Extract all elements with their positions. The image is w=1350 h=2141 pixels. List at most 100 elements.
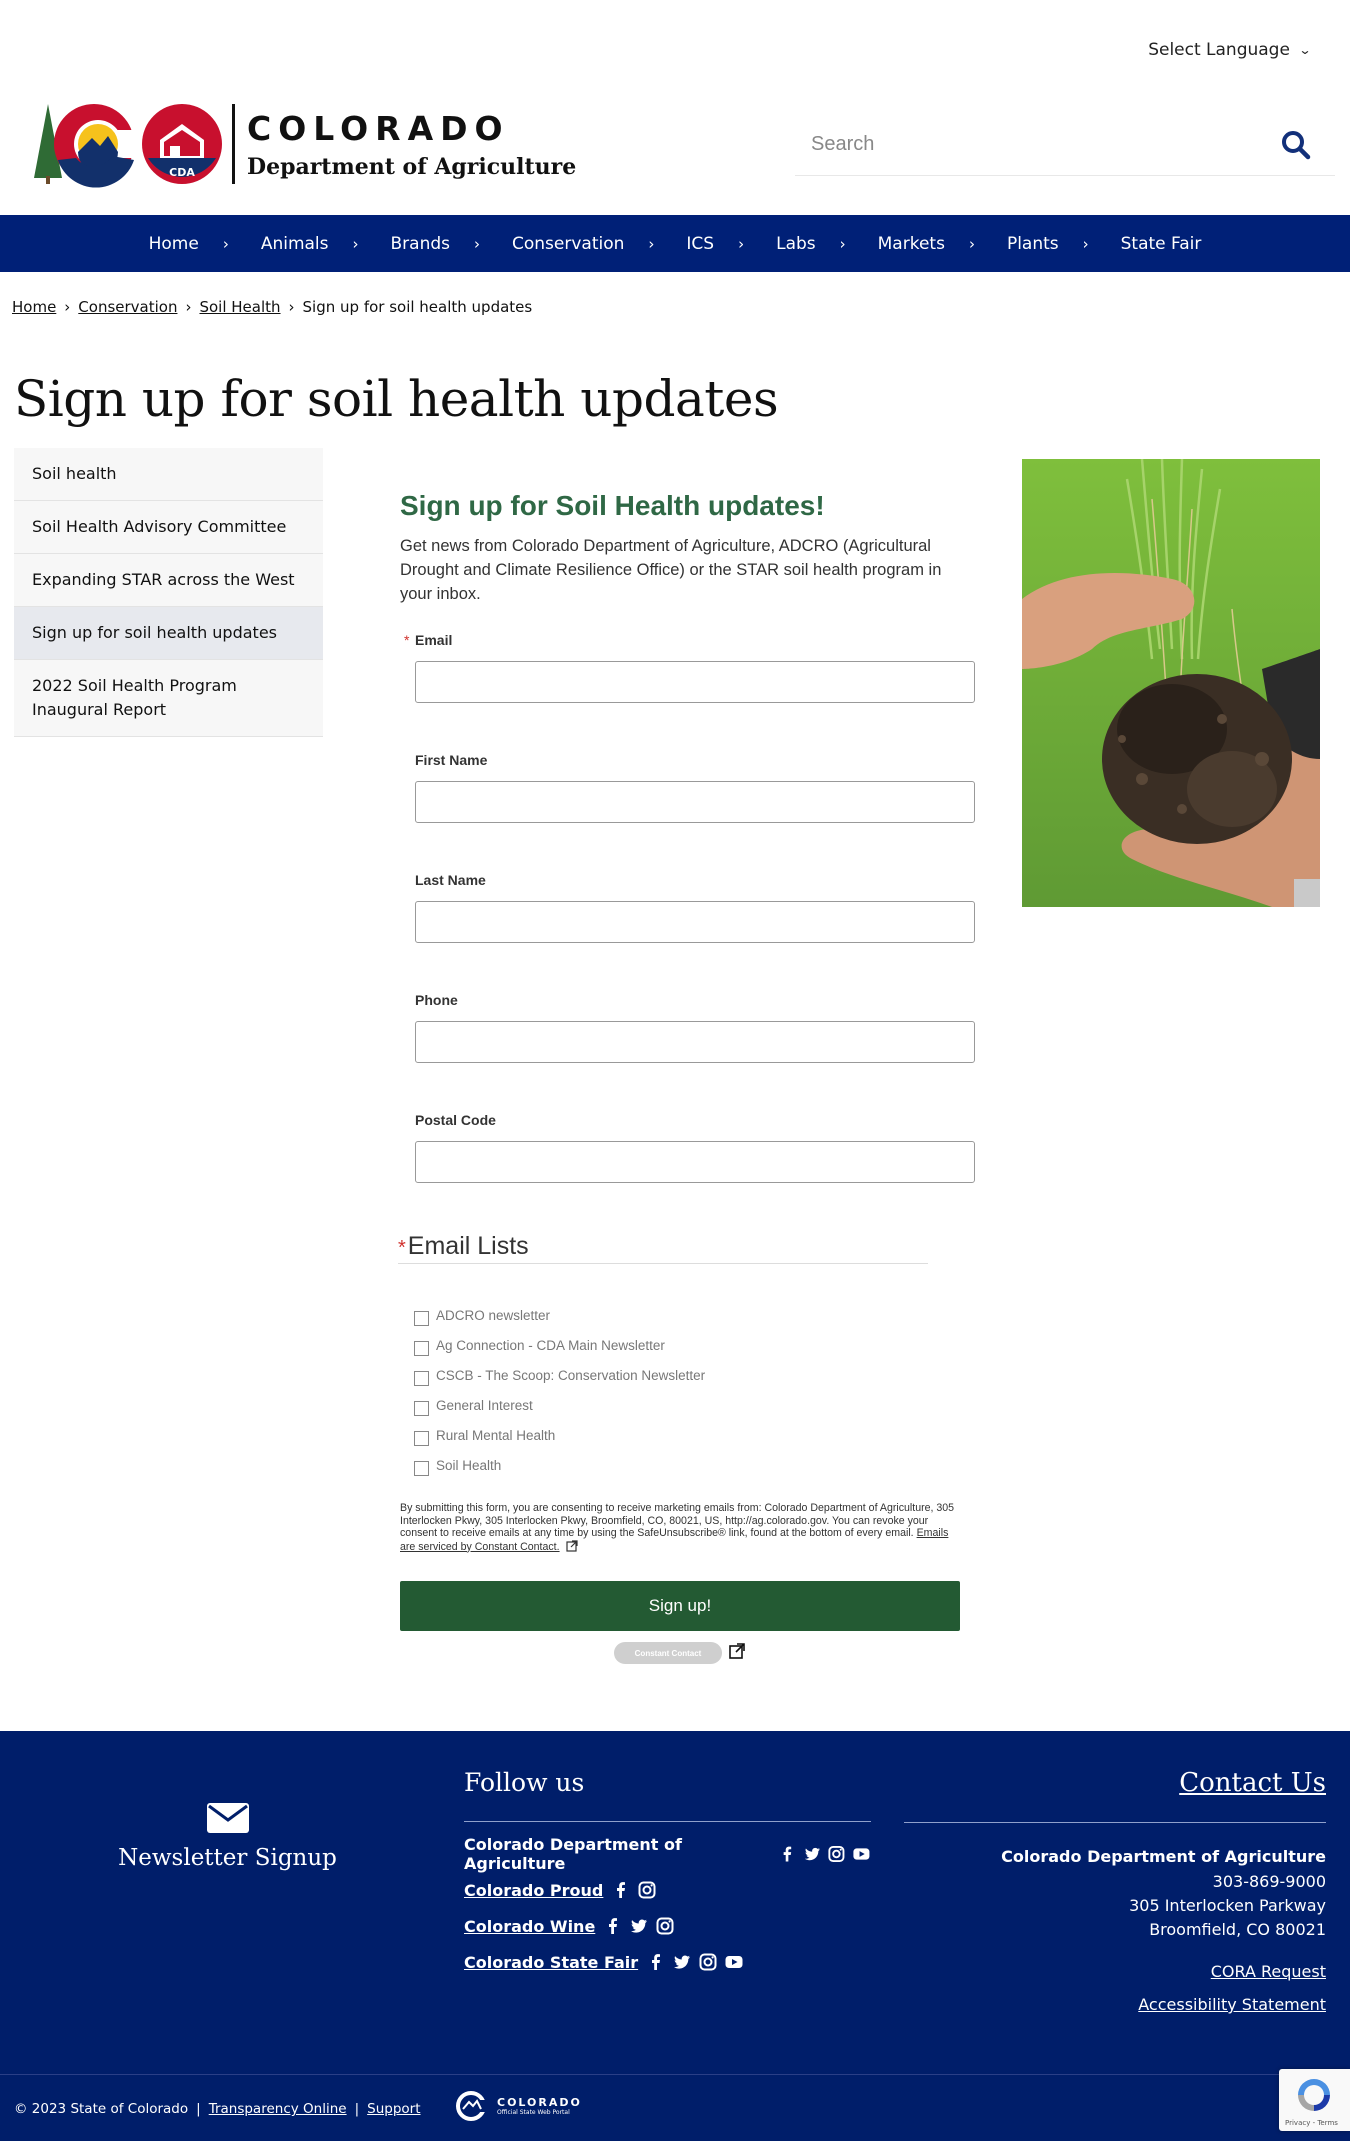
divider: | [196,2101,201,2117]
contact-address-line1: 305 Interlocken Parkway [1129,1896,1326,1915]
facebook-icon[interactable] [646,1952,666,1972]
footer-bottom-bar: © 2023 State of Colorado | Transparency … [0,2074,1350,2141]
follow-row: Colorado Department of Agriculture [464,1835,871,1873]
recaptcha-badge[interactable]: Privacy - Terms [1279,2069,1350,2131]
breadcrumb-link[interactable]: Conservation [78,298,177,316]
breadcrumb-link[interactable]: Home [12,298,56,316]
nav-item-state-fair[interactable]: State Fair [1105,234,1218,254]
nav-item-brands[interactable]: Brands › [375,234,497,254]
consent-text: By submitting this form, you are consent… [400,1502,960,1553]
email-list-option[interactable]: Rural Mental Health [414,1420,705,1450]
accessibility-statement-link[interactable]: Accessibility Statement [904,1995,1326,2014]
form-intro: Get news from Colorado Department of Agr… [400,537,942,603]
chevron-right-icon: › [839,234,846,253]
nav-item-label: Conservation [512,233,625,254]
breadcrumb-separator: › [288,298,295,316]
twitter-icon[interactable] [672,1952,692,1972]
sidebar-item[interactable]: Soil health [14,448,323,501]
cora-request-link[interactable]: CORA Request [904,1962,1326,1981]
checkbox-label: Ag Connection - CDA Main Newsletter [436,1337,665,1353]
nav-item-label: Plants [1006,233,1059,254]
form-heading: Sign up for Soil Health updates! [400,490,825,521]
facebook-icon[interactable] [778,1844,797,1864]
email-list-option[interactable]: Ag Connection - CDA Main Newsletter [414,1330,705,1360]
nav-item-label: Brands [390,233,451,254]
field-input-phone[interactable] [415,1021,975,1063]
facebook-icon[interactable] [611,1880,631,1900]
youtube-icon[interactable] [852,1844,871,1864]
field-input-postal-code[interactable] [415,1141,975,1183]
facebook-icon[interactable] [603,1916,623,1936]
nav-item-labs[interactable]: Labs › [760,234,862,254]
checkbox[interactable] [414,1400,429,1416]
nav-item-label: Home [148,233,199,254]
checkbox[interactable] [414,1340,429,1356]
checkbox-label: Rural Mental Health [436,1427,556,1443]
transparency-link[interactable]: Transparency Online [209,2101,347,2117]
breadcrumb-link[interactable]: Soil Health [199,298,280,316]
search-input[interactable] [795,112,1235,176]
nav-item-markets[interactable]: Markets › [862,234,991,254]
email-list-option[interactable]: CSCB - The Scoop: Conservation Newslette… [414,1360,705,1390]
checkbox[interactable] [414,1310,429,1326]
checkbox[interactable] [414,1460,429,1476]
twitter-icon[interactable] [803,1844,822,1864]
field-input-first-name[interactable] [415,781,975,823]
sidebar-item[interactable]: 2022 Soil Health Program Inaugural Repor… [14,660,323,737]
envelope-icon [206,1803,249,1833]
instagram-icon[interactable] [827,1844,846,1864]
nav-item-home[interactable]: Home › [133,234,245,254]
follow-row-label[interactable]: Colorado Wine [464,1917,595,1936]
instagram-icon[interactable] [655,1916,675,1936]
soil-clump-photo [1022,459,1320,907]
search-icon[interactable] [1281,130,1311,160]
email-list-option[interactable]: General Interest [414,1390,705,1420]
instagram-icon[interactable] [637,1880,657,1900]
nav-item-plants[interactable]: Plants › [991,234,1105,254]
support-link[interactable]: Support [367,2101,420,2117]
email-lists-heading: *Email Lists [398,1232,928,1264]
follow-us: Follow us Colorado Department of Agricul… [464,1768,871,1980]
checkbox-label: CSCB - The Scoop: Conservation Newslette… [436,1367,706,1383]
logo-title: COLORADO [247,108,510,148]
checkbox-label: ADCRO newsletter [436,1307,551,1323]
logo-divider [232,104,235,184]
newsletter-signup[interactable]: Newsletter Signup [0,1803,455,1871]
email-lists: ADCRO newsletter Ag Connection - CDA Main… [414,1300,705,1480]
external-link-icon[interactable] [729,1643,745,1659]
nav-item-label: State Fair [1120,233,1202,254]
twitter-icon[interactable] [629,1916,649,1936]
instagram-icon[interactable] [698,1952,718,1972]
follow-row-label[interactable]: Colorado Proud [464,1881,603,1900]
email-list-option[interactable]: ADCRO newsletter [414,1300,705,1330]
sidebar-item[interactable]: Expanding STAR across the West [14,554,323,607]
site-logo[interactable]: CDA COLORADO Department of Agriculture [30,100,576,188]
checkbox[interactable] [414,1370,429,1386]
follow-row: Colorado Proud [464,1872,871,1908]
nav-item-conservation[interactable]: Conservation › [496,234,670,254]
nav-item-ics[interactable]: ICS › [670,234,760,254]
constant-contact-badge[interactable]: Constant Contact [614,1642,722,1664]
state-portal-logo[interactable]: COLORADO Official State Web Portal [453,2091,582,2121]
recaptcha-text: Privacy - Terms [1285,2119,1338,2127]
follow-row-label[interactable]: Colorado State Fair [464,1953,638,1972]
checkbox[interactable] [414,1430,429,1446]
nav-item-animals[interactable]: Animals › [245,234,375,254]
checkbox-label: General Interest [436,1397,533,1413]
field-input-last-name[interactable] [415,901,975,943]
email-list-option[interactable]: Soil Health [414,1450,705,1480]
form-field: Postal Code [400,1112,975,1183]
portal-subtitle: Official State Web Portal [497,2109,570,2116]
contact-title[interactable]: Contact Us [904,1768,1326,1823]
language-select[interactable]: Select Language ⌄ [1148,40,1311,60]
required-marker: * [404,632,410,648]
follow-row: Colorado Wine [464,1908,871,1944]
external-link-icon [565,1539,578,1552]
breadcrumb-separator: › [64,298,71,316]
sidebar-item[interactable]: Sign up for soil health updates [14,607,323,660]
youtube-icon[interactable] [724,1952,744,1972]
sidebar-item[interactable]: Soil Health Advisory Committee [14,501,323,554]
field-input-email[interactable] [415,661,975,703]
sign-up-button[interactable]: Sign up! [400,1581,960,1631]
chevron-right-icon: › [738,234,745,253]
